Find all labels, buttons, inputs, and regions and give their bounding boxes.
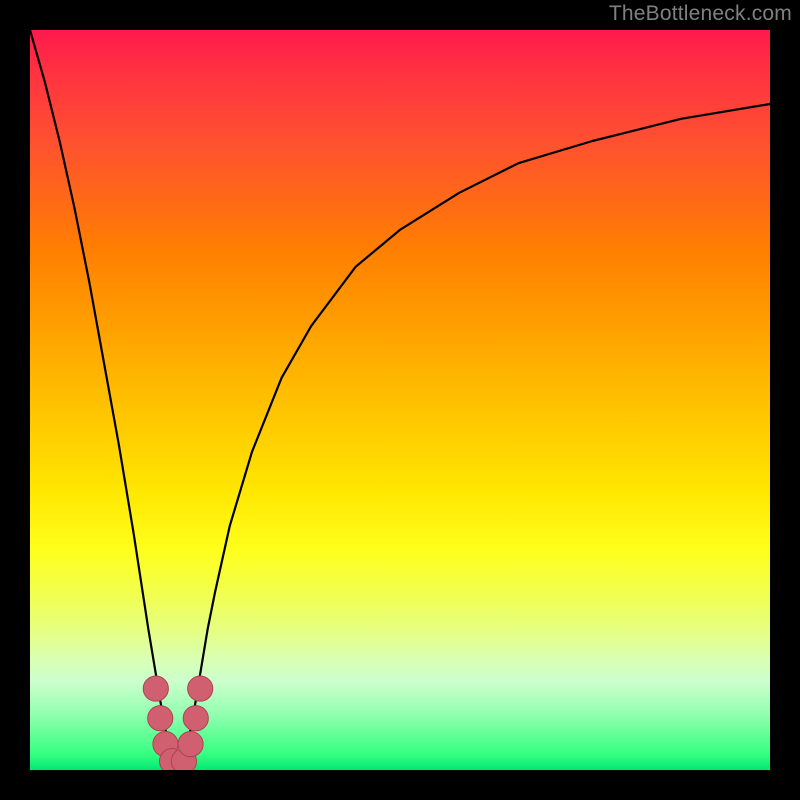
watermark-text: TheBottleneck.com: [609, 2, 792, 26]
chart-frame: TheBottleneck.com: [0, 0, 800, 800]
optimum-marker: [143, 676, 168, 701]
optimum-marker: [188, 676, 213, 701]
optimum-marker: [178, 732, 203, 757]
plot-svg: [30, 30, 770, 770]
bottleneck-curve: [30, 30, 770, 770]
optimum-markers: [143, 676, 213, 770]
optimum-marker: [183, 706, 208, 731]
optimum-marker: [148, 706, 173, 731]
plot-area: [30, 30, 770, 770]
